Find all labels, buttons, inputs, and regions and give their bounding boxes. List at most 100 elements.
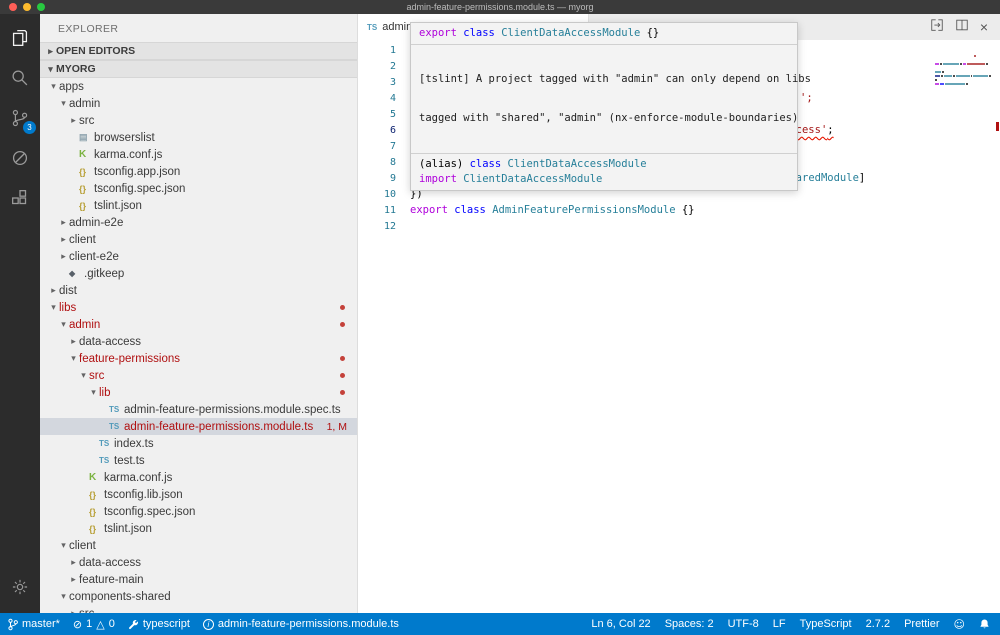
tree-item-apps[interactable]: ▾apps [40,78,357,95]
tree-item-label: client [69,540,96,552]
error-dot [340,356,345,361]
tree-item-label: tslint.json [94,200,142,212]
minimap-bar [935,79,937,81]
line-number: 10 [358,189,396,200]
line-number: 12 [358,221,396,232]
tree-collapsed-arrow-icon: ▸ [68,115,79,126]
tree-item-tslint.json[interactable]: {}tslint.json [40,520,357,537]
tree-item-feature-main[interactable]: ▸feature-main [40,571,357,588]
eol-indicator[interactable]: LF [773,618,786,630]
tree-item-client-e2e[interactable]: ▸client-e2e [40,248,357,265]
problems-indicator[interactable]: ⊘ 1 △ 0 [73,618,115,631]
minimap-line [935,86,991,90]
tree-item-karma.conf.js[interactable]: Kkarma.conf.js [40,469,357,486]
tree-item-label: admin [69,98,100,110]
minimap-bar [967,63,986,65]
prettier-status[interactable]: Prettier [904,618,939,630]
close-window-button[interactable] [9,3,17,11]
code-token: {} [647,27,660,39]
open-changes-button[interactable] [930,18,944,37]
warning-count: 0 [109,618,115,630]
tree-item-feature-permissions[interactable]: ▾feature-permissions [40,350,357,367]
typescript-version[interactable]: 2.7.2 [866,618,890,630]
split-editor-icon [955,18,969,32]
window-title: admin-feature-permissions.module.ts — my… [0,2,1000,12]
tree-item-data-access[interactable]: ▸data-access [40,554,357,571]
status-bar: master* ⊘ 1 △ 0 typescript i admin-featu… [0,613,1000,635]
tree-item-admin-feature-permissions.module.ts[interactable]: TSadmin-feature-permissions.module.ts1, … [40,418,357,435]
minimap-bar [974,55,976,57]
code-token: ClientDataAccessModule [463,173,602,185]
git-branch-indicator[interactable]: master* [8,618,60,631]
activity-extensions-button[interactable] [0,178,40,218]
close-editor-button[interactable]: × [980,20,988,34]
settings-button[interactable] [0,567,40,607]
activity-debug-button[interactable] [0,138,40,178]
tree-item-label: dist [59,285,77,297]
tree-item-data-access[interactable]: ▸data-access [40,333,357,350]
expanded-arrow-icon: ▾ [45,64,56,75]
file-info-status[interactable]: i admin-feature-permissions.module.ts [203,618,399,630]
tree-item-libs[interactable]: ▾libs [40,299,357,316]
split-editor-button[interactable] [955,18,969,37]
tree-collapsed-arrow-icon: ▸ [48,285,59,296]
tree-item-admin[interactable]: ▾admin [40,95,357,112]
error-dot [340,373,345,378]
feedback-button[interactable]: ☺ [954,618,965,631]
code-token: ClientDataAccessModule [501,27,640,39]
tree-item-admin[interactable]: ▾admin [40,316,357,333]
line-number: 7 [358,141,396,152]
tree-item-tsconfig.spec.json[interactable]: {}tsconfig.spec.json [40,503,357,520]
indentation-indicator[interactable]: Spaces: 2 [665,618,714,630]
tree-item-tslint.json[interactable]: {}tslint.json [40,197,357,214]
activity-source-control-button[interactable]: 3 [0,98,40,138]
cursor-position[interactable]: Ln 6, Col 22 [591,618,650,630]
tree-item-.gitkeep[interactable]: ◆.gitkeep [40,265,357,282]
zoom-window-button[interactable] [37,3,45,11]
tree-item-tsconfig.app.json[interactable]: {}tsconfig.app.json [40,163,357,180]
encoding-indicator[interactable]: UTF-8 [728,618,759,630]
tree-item-src[interactable]: ▾src [40,367,357,384]
tree-item-tsconfig.lib.json[interactable]: {}tsconfig.lib.json [40,486,357,503]
language-mode[interactable]: TypeScript [800,618,852,630]
minimap-bar [943,63,958,65]
doc-file-icon: ▤ [79,132,94,143]
minimap[interactable] [935,42,991,90]
error-marker [996,122,999,131]
tree-item-index.ts[interactable]: TSindex.ts [40,435,357,452]
extensions-icon [9,187,31,209]
tree-item-lib[interactable]: ▾lib [40,384,357,401]
tree-item-src[interactable]: ▸src [40,112,357,129]
tree-item-dist[interactable]: ▸dist [40,282,357,299]
tree-item-components-shared[interactable]: ▾components-shared [40,588,357,605]
activity-explorer-button[interactable] [0,18,40,58]
overview-ruler[interactable] [995,40,1000,613]
tree-item-admin-e2e[interactable]: ▸admin-e2e [40,214,357,231]
language-label: TypeScript [800,618,852,630]
line-number: 9 [358,173,396,184]
minimize-window-button[interactable] [23,3,31,11]
file-tree: ▾apps▾admin▸src▤browserslistKkarma.conf.… [40,78,357,613]
tslint-status[interactable]: typescript [128,618,190,630]
tree-item-karma.conf.js[interactable]: Kkarma.conf.js [40,146,357,163]
tree-item-admin-feature-permissions.module.spec.ts[interactable]: TSadmin-feature-permissions.module.spec.… [40,401,357,418]
code-token: class [470,158,502,170]
tree-item-tsconfig.spec.json[interactable]: {}tsconfig.spec.json [40,180,357,197]
tree-item-browserslist[interactable]: ▤browserslist [40,129,357,146]
tree-collapsed-arrow-icon: ▸ [58,217,69,228]
tree-expanded-arrow-icon: ▾ [48,81,59,92]
line-number: 2 [358,61,396,72]
tree-item-client[interactable]: ▸client [40,231,357,248]
tree-item-src[interactable]: ▸src [40,605,357,613]
open-editors-header[interactable]: ▸ OPEN EDITORS [40,42,357,60]
tree-item-client[interactable]: ▾client [40,537,357,554]
minimap-bar [956,75,970,77]
code-line-11[interactable]: 11export class AdminFeaturePermissionsMo… [358,202,930,218]
tree-item-label: karma.conf.js [94,149,162,161]
activity-search-button[interactable] [0,58,40,98]
workspace-header[interactable]: ▾ MYORG [40,60,357,78]
code-line-12[interactable]: 12 [358,218,930,234]
tree-item-test.ts[interactable]: TStest.ts [40,452,357,469]
notifications-button[interactable] [979,618,990,630]
branch-label: master* [22,618,60,630]
